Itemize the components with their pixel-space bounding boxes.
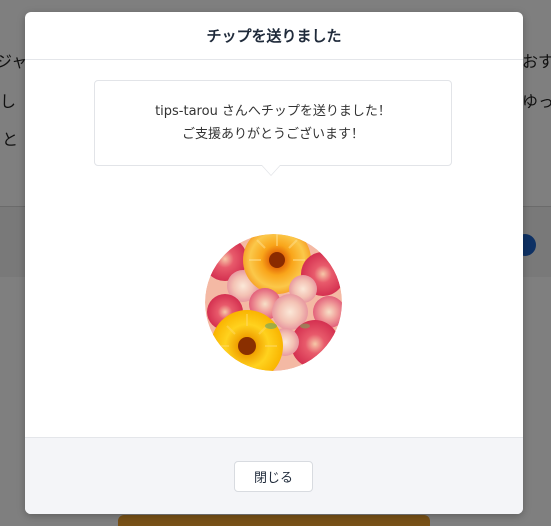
bubble-tail-inner — [262, 165, 280, 175]
flower-bouquet-image-icon — [205, 234, 342, 371]
tip-sent-modal: チップを送りました tips-tarou さんへチップを送りました！ ご支援あり… — [25, 12, 523, 514]
message-line-1: tips-tarou さんへチップを送りました！ — [155, 104, 391, 119]
modal-header: チップを送りました — [25, 12, 523, 60]
flower-avatar-image — [205, 234, 342, 371]
message-line-2: ご支援ありがとうございます！ — [181, 127, 364, 142]
modal-footer: 閉じる — [25, 437, 523, 514]
close-button[interactable]: 閉じる — [234, 461, 313, 492]
message-bubble: tips-tarou さんへチップを送りました！ ご支援ありがとうございます！ — [94, 80, 452, 166]
modal-title: チップを送りました — [206, 27, 342, 45]
